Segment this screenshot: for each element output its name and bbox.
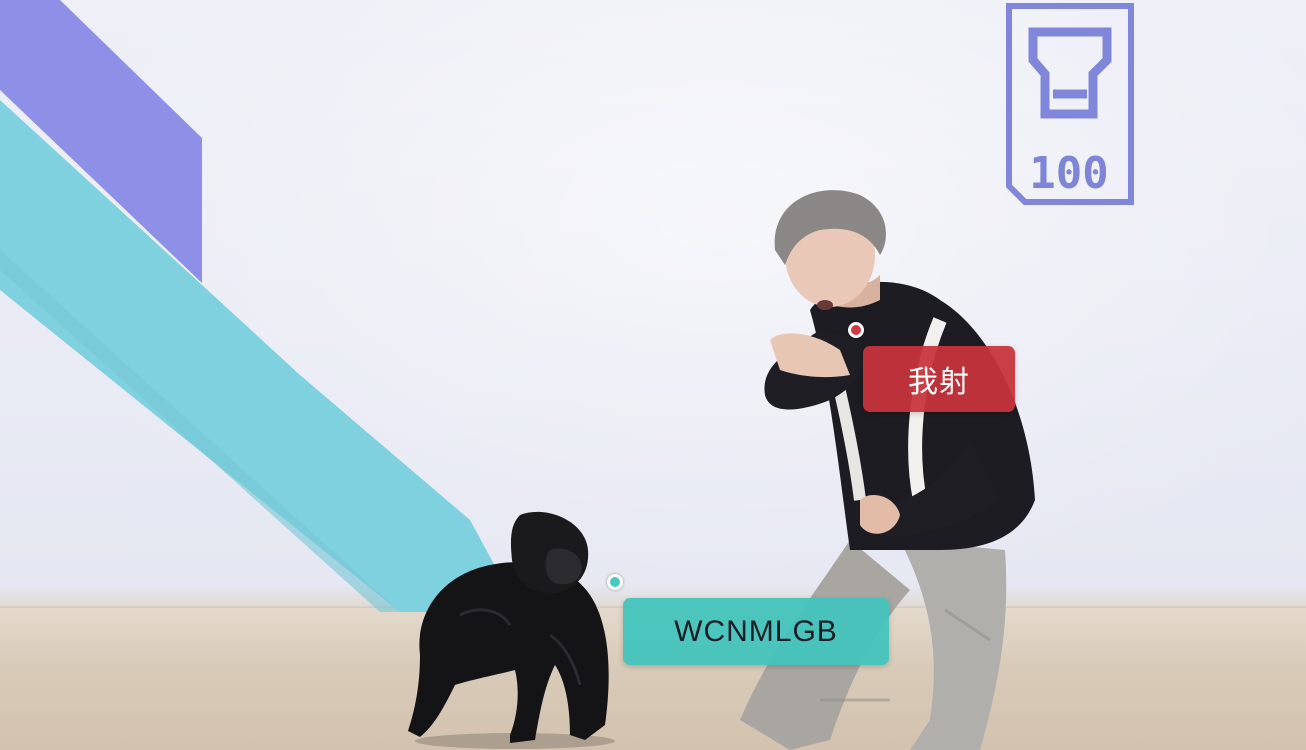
tag-anchor-dot-red[interactable] (848, 322, 864, 338)
photo-scene: 100 我射 WCNMLGB (0, 0, 1306, 750)
tag-anchor-dot-teal[interactable] (607, 574, 623, 590)
gorilla-figure (408, 511, 615, 749)
photo-tag-label[interactable]: WCNMLGB (623, 598, 889, 665)
show-logo: 100 (1006, 3, 1134, 205)
photo-tag-label[interactable]: 我射 (863, 346, 1015, 412)
